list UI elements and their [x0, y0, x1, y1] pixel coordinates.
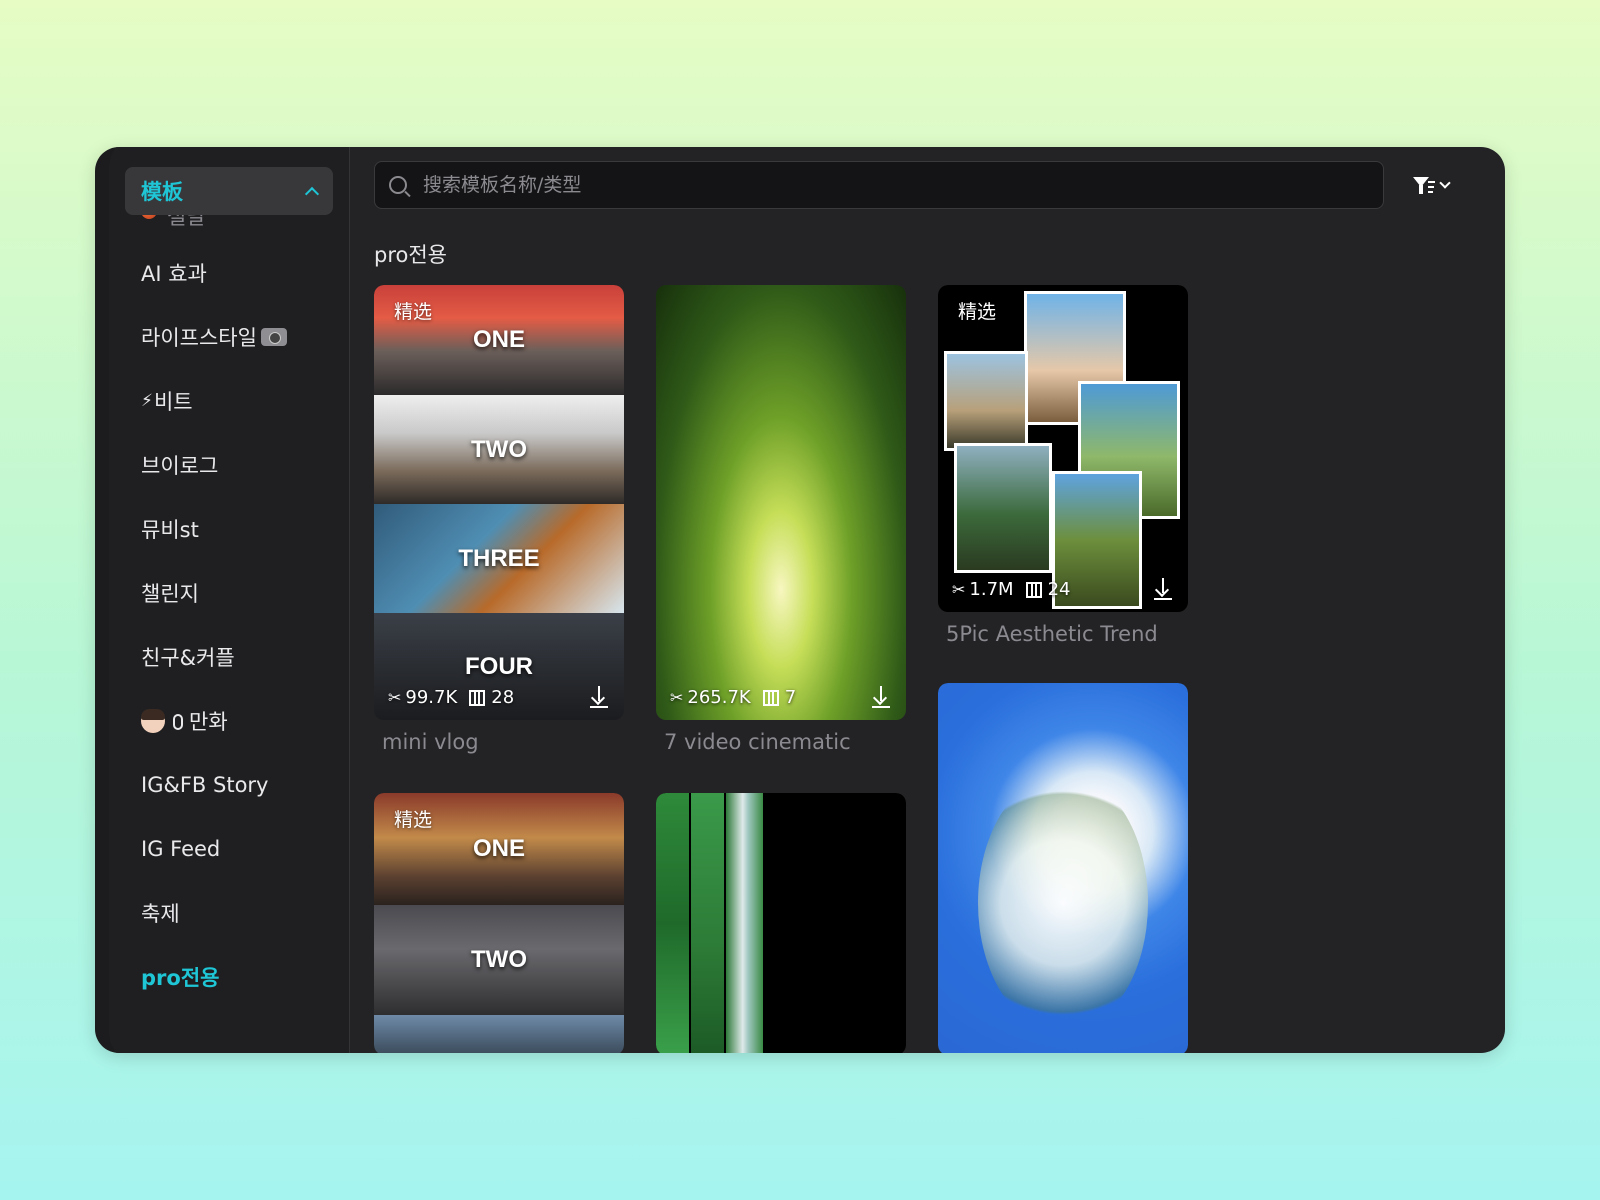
- sidebar-item-label: 비트: [153, 390, 193, 414]
- strip-label: TWO: [471, 435, 527, 463]
- sidebar: 模板 설날 AI 효과 라이프스타일 ⚡ 비트 브이로그 뮤비st 챌린지 친구…: [109, 147, 350, 1053]
- strip-label: ONE: [472, 835, 525, 862]
- main-content: pro전용 ONE TWO THREE FOUR 精选 ✂ 99.7K 28 m…: [350, 147, 1505, 1053]
- sidebar-item-label: IG Feed: [141, 837, 221, 861]
- camera-icon: [260, 328, 287, 346]
- template-stats: ✂ 99.7K 28: [388, 687, 514, 708]
- film-icon: [1025, 581, 1042, 598]
- microphone-icon: [173, 714, 183, 730]
- template-thumbnail[interactable]: ONE TWO THREE FOUR 精选 ✂ 99.7K 28: [374, 285, 624, 720]
- usage-count: 99.7K: [405, 687, 458, 708]
- sidebar-item-ai-effect[interactable]: AI 효과: [109, 241, 349, 305]
- sidebar-item-label: IG&FB Story: [141, 773, 269, 797]
- template-title: 7 video cinematic: [664, 730, 851, 754]
- search-icon: [389, 176, 407, 194]
- search-bar[interactable]: [374, 161, 1384, 209]
- clip-count: 24: [1047, 579, 1071, 600]
- thumb-strip: TWO: [374, 395, 624, 504]
- lightning-icon: ⚡: [141, 391, 153, 411]
- sidebar-item-friends-couple[interactable]: 친구&커플: [109, 625, 349, 689]
- template-thumbnail[interactable]: [656, 793, 906, 1053]
- template-thumbnail[interactable]: [938, 683, 1188, 1053]
- flower-cluster: [978, 773, 1148, 1033]
- sidebar-item-label: 브이로그: [141, 454, 219, 478]
- photo-strip: [726, 793, 763, 1053]
- sidebar-item-challenge[interactable]: 챌린지: [109, 561, 349, 625]
- scissors-icon: ✂: [670, 688, 684, 707]
- featured-badge: 精选: [394, 301, 433, 323]
- usage-count: 265.7K: [687, 687, 751, 708]
- clip-count: 7: [784, 687, 797, 708]
- app-window: 模板 설날 AI 효과 라이프스타일 ⚡ 비트 브이로그 뮤비st 챌린지 친구…: [95, 147, 1505, 1053]
- thumb-strip: TWO: [374, 905, 624, 1015]
- template-stats: ✂ 265.7K 7: [670, 687, 796, 708]
- sidebar-list: 설날 AI 효과 라이프스타일 ⚡ 비트 브이로그 뮤비st 챌린지 친구&커플…: [109, 201, 349, 1009]
- face-icon: [141, 709, 165, 733]
- template-title: 5Pic Aesthetic Trend: [946, 622, 1158, 646]
- chevron-up-icon[interactable]: [304, 186, 320, 202]
- scissors-icon: ✂: [952, 580, 966, 599]
- template-thumbnail[interactable]: ONE TWO 精选: [374, 793, 624, 1053]
- sidebar-item-beat[interactable]: ⚡ 비트: [109, 369, 349, 433]
- film-icon: [469, 689, 486, 706]
- download-icon[interactable]: [1152, 578, 1174, 600]
- photo-frame: [944, 351, 1028, 451]
- template-title: mini vlog: [382, 730, 479, 754]
- photo-strip: [656, 793, 689, 1053]
- photo-frame: [954, 443, 1052, 573]
- sidebar-item-pro-only[interactable]: pro전용: [109, 945, 349, 1009]
- featured-badge: 精选: [958, 301, 997, 323]
- sidebar-item-label: 만화: [189, 710, 228, 734]
- strip-label: ONE: [472, 326, 525, 353]
- template-card-flowers[interactable]: [938, 683, 1188, 1053]
- template-card-7-video-cinematic[interactable]: ✂ 265.7K 7 7 video cinematic: [656, 285, 906, 754]
- download-icon[interactable]: [588, 686, 610, 708]
- strip-label: FOUR: [465, 652, 533, 680]
- template-stats: ✂ 1.7M 24: [952, 579, 1070, 600]
- film-icon: [762, 689, 779, 706]
- scissors-icon: ✂: [388, 688, 402, 707]
- thumb-strip: THREE: [374, 504, 624, 613]
- sidebar-item-lifestyle[interactable]: 라이프스타일: [109, 305, 349, 369]
- sidebar-item-mv-style[interactable]: 뮤비st: [109, 497, 349, 561]
- sidebar-item-ig-feed[interactable]: IG Feed: [109, 817, 349, 881]
- filter-icon: [1413, 175, 1435, 195]
- sidebar-header-templates[interactable]: 模板: [125, 167, 333, 215]
- sidebar-item-festival[interactable]: 축제: [109, 881, 349, 945]
- strip-label: TWO: [471, 946, 527, 973]
- template-thumbnail[interactable]: ✂ 265.7K 7: [656, 285, 906, 720]
- template-card-mini-vlog[interactable]: ONE TWO THREE FOUR 精选 ✂ 99.7K 28 mini vl…: [374, 285, 624, 754]
- thumb-strip: [374, 1015, 624, 1053]
- section-title: pro전용: [374, 243, 447, 267]
- strip-label: THREE: [458, 544, 540, 572]
- sidebar-item-comic[interactable]: 만화: [109, 689, 349, 753]
- sidebar-item-label: pro전용: [141, 966, 220, 990]
- sidebar-item-label: 챌린지: [141, 582, 199, 606]
- sidebar-item-label: 라이프스타일: [141, 326, 257, 350]
- featured-badge: 精选: [394, 809, 433, 831]
- chevron-down-icon: [1439, 177, 1451, 189]
- sidebar-item-label: 축제: [141, 902, 180, 926]
- clip-count: 28: [491, 687, 515, 708]
- filter-button[interactable]: [1413, 169, 1467, 201]
- template-card-travel[interactable]: ONE TWO 精选: [374, 793, 624, 1053]
- download-icon[interactable]: [870, 686, 892, 708]
- sidebar-header-label: 模板: [141, 180, 183, 204]
- template-card-5pic-aesthetic[interactable]: 精选 ✂ 1.7M 24 5Pic Aesthetic Trend: [938, 285, 1188, 646]
- sidebar-item-label: 뮤비st: [141, 518, 199, 542]
- sidebar-item-label: 친구&커플: [141, 646, 235, 670]
- template-card-waterfall[interactable]: [656, 793, 906, 1053]
- photo-strip: [691, 793, 724, 1053]
- sidebar-item-ig-fb-story[interactable]: IG&FB Story: [109, 753, 349, 817]
- sidebar-item-label: AI 효과: [141, 262, 207, 286]
- template-thumbnail[interactable]: 精选 ✂ 1.7M 24: [938, 285, 1188, 612]
- sidebar-item-vlog[interactable]: 브이로그: [109, 433, 349, 497]
- search-input[interactable]: [423, 174, 1323, 196]
- usage-count: 1.7M: [969, 579, 1014, 600]
